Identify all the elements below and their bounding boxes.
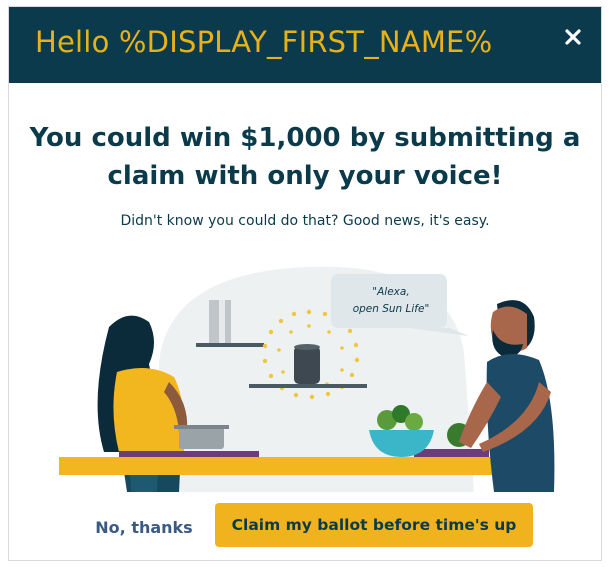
modal-header: Hello %DISPLAY_FIRST_NAME% xyxy=(9,7,601,83)
speech-bubble-line-2: open Sun Life" xyxy=(353,303,430,315)
headline-line-2: claim with only your voice! xyxy=(107,161,503,191)
promo-modal: Hello %DISPLAY_FIRST_NAME% You could win… xyxy=(8,6,602,561)
smart-speaker-icon xyxy=(294,346,320,384)
close-button[interactable] xyxy=(561,25,585,49)
headline: You could win $1,000 by submitting a cla… xyxy=(9,119,601,195)
speech-bubble-line-1: "Alexa, xyxy=(372,286,409,298)
greeting-title: Hello %DISPLAY_FIRST_NAME% xyxy=(35,25,493,59)
close-icon xyxy=(565,29,581,45)
claim-ballot-button[interactable]: Claim my ballot before time's up xyxy=(215,503,533,547)
headline-line-1: You could win $1,000 by submitting a xyxy=(29,123,581,153)
subheadline: Didn't know you could do that? Good news… xyxy=(120,213,490,229)
no-thanks-link[interactable]: No, thanks xyxy=(89,511,199,545)
kitchen-illustration: "Alexa, open Sun Life" xyxy=(59,266,555,492)
